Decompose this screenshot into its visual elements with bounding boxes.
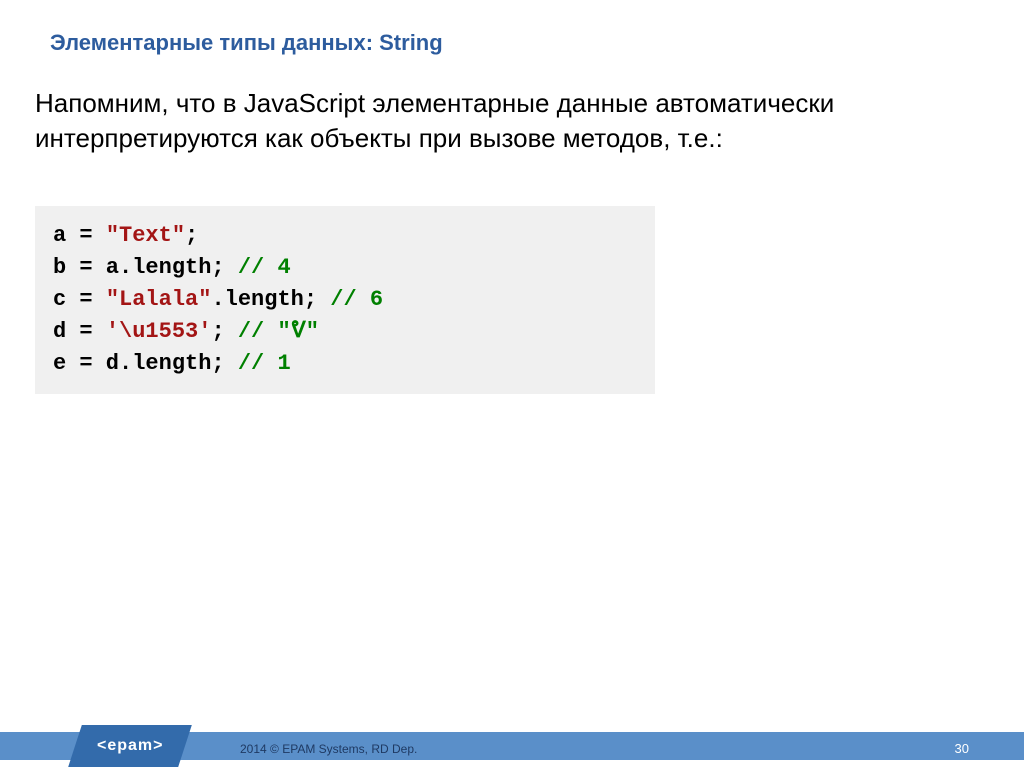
page-number: 30: [955, 741, 969, 756]
footer: <epam> 2014 © EPAM Systems, RD Dep. 30: [0, 731, 1024, 767]
code-text: b = a.length;: [53, 255, 238, 280]
slide-title: Элементарные типы данных: String: [0, 0, 1024, 56]
code-text: .length;: [211, 287, 330, 312]
code-text: ;: [185, 223, 198, 248]
code-comment: // 4: [238, 255, 291, 280]
body-paragraph: Напомним, что в JavaScript элементарные …: [0, 56, 1024, 156]
logo-text: <epam>: [97, 737, 163, 755]
code-comment: // 1: [238, 351, 291, 376]
code-text: c =: [53, 287, 106, 312]
code-string: "Text": [106, 223, 185, 248]
code-text: e = d.length;: [53, 351, 238, 376]
code-block: a = "Text"; b = a.length; // 4 c = "Lala…: [35, 206, 655, 393]
copyright-text: 2014 © EPAM Systems, RD Dep.: [240, 742, 417, 756]
code-comment: // "ᕓ": [238, 319, 319, 344]
code-text: ;: [211, 319, 237, 344]
code-text: d =: [53, 319, 106, 344]
code-text: a =: [53, 223, 106, 248]
code-comment: // 6: [330, 287, 383, 312]
slide: Элементарные типы данных: String Напомни…: [0, 0, 1024, 767]
code-string: '\u1553': [106, 319, 212, 344]
code-string: "Lalala": [106, 287, 212, 312]
logo: <epam>: [68, 725, 192, 767]
